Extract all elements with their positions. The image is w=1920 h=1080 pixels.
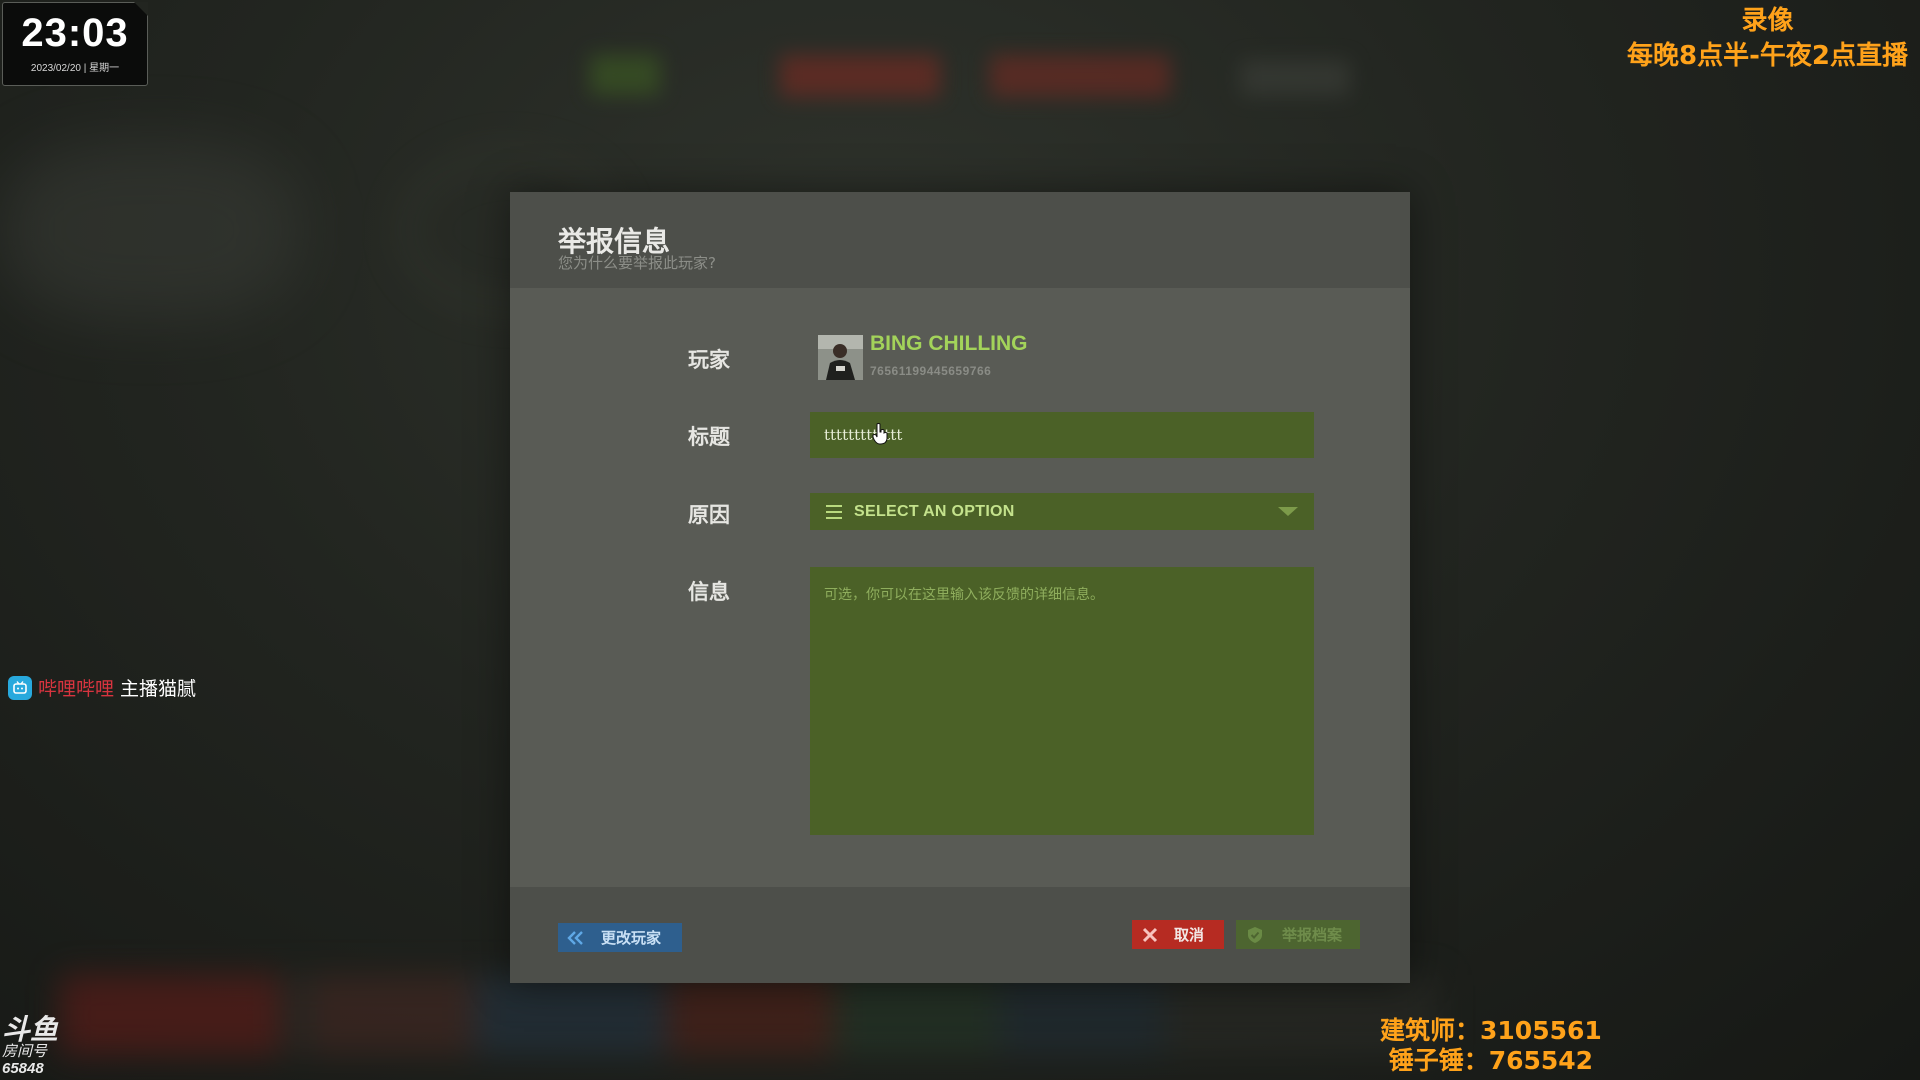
change-player-button[interactable]: 更改玩家 bbox=[558, 923, 682, 952]
report-dialog: 举报信息 您为什么要举报此玩家? 玩家 标题 原因 信息 BING CHILLI… bbox=[510, 192, 1410, 983]
cancel-label: 取消 bbox=[1174, 926, 1205, 944]
background-nav-tab bbox=[990, 55, 1170, 97]
background-nav-tab bbox=[590, 55, 660, 95]
background-server-list bbox=[60, 975, 1440, 1055]
recording-label: 录像 bbox=[1741, 6, 1794, 36]
title-input[interactable] bbox=[810, 412, 1314, 458]
douyu-logo: 斗鱼 bbox=[2, 1014, 59, 1045]
player-name: BING CHILLING bbox=[870, 332, 1028, 355]
bilibili-tv-icon bbox=[8, 675, 32, 700]
background-nav-tab bbox=[780, 55, 940, 97]
info-label: 信息 bbox=[688, 580, 730, 604]
shield-check-icon bbox=[1248, 926, 1262, 943]
reason-label: 原因 bbox=[688, 503, 730, 527]
hammer-label: 锤子锤： bbox=[1388, 1046, 1489, 1075]
menu-lines-icon bbox=[826, 504, 842, 519]
clock-date: 2023/02/20 | 星期一 bbox=[30, 63, 120, 74]
room-number: 65848 bbox=[2, 1060, 44, 1077]
player-avatar bbox=[818, 335, 863, 380]
donation-stats: 建筑师： 3105561 锤子锤： 765542 bbox=[1380, 1016, 1602, 1076]
bilibili-streamer-tag: 哔哩哔哩 主播猫腻 bbox=[8, 674, 196, 701]
cancel-button[interactable]: 取消 bbox=[1132, 920, 1224, 949]
clock-overlay: 23:03 2023/02/20 | 星期一 bbox=[2, 2, 148, 86]
double-chevron-left-icon bbox=[567, 930, 583, 945]
player-label: 玩家 bbox=[688, 348, 730, 372]
bilibili-site-name: 哔哩哔哩 bbox=[38, 678, 115, 700]
background-nav-tab bbox=[1240, 60, 1350, 96]
streamer-name: 主播猫腻 bbox=[120, 678, 197, 700]
chevron-down-icon bbox=[1278, 507, 1298, 516]
dialog-header: 举报信息 您为什么要举报此玩家? bbox=[510, 192, 1410, 288]
architect-value: 3105561 bbox=[1480, 1016, 1602, 1045]
player-steam-id: 76561199445659766 bbox=[870, 364, 992, 378]
dialog-subtitle: 您为什么要举报此玩家? bbox=[558, 254, 716, 272]
title-label: 标题 bbox=[688, 425, 730, 449]
background-scene bbox=[0, 140, 300, 320]
hammer-value: 765542 bbox=[1488, 1046, 1594, 1075]
dialog-footer: 更改玩家 取消 举报档案 bbox=[510, 887, 1410, 983]
reason-select-value: SELECT AN OPTION bbox=[854, 502, 1015, 520]
close-icon bbox=[1142, 927, 1158, 942]
stream-schedule: 录像 每晚8点半-午夜2点直播 bbox=[1627, 4, 1908, 74]
change-player-label: 更改玩家 bbox=[601, 929, 662, 947]
info-textarea[interactable] bbox=[810, 567, 1314, 835]
submit-report-label: 举报档案 bbox=[1282, 926, 1343, 944]
douyu-watermark: 斗鱼 房间号 65848 bbox=[2, 1016, 68, 1078]
architect-label: 建筑师： bbox=[1380, 1016, 1481, 1045]
submit-report-button[interactable]: 举报档案 bbox=[1236, 920, 1360, 949]
reason-select[interactable]: SELECT AN OPTION bbox=[810, 493, 1314, 530]
clock-time: 23:03 bbox=[21, 11, 129, 55]
schedule-text: 每晚8点半-午夜2点直播 bbox=[1627, 41, 1908, 71]
room-label: 房间号 bbox=[2, 1043, 48, 1060]
